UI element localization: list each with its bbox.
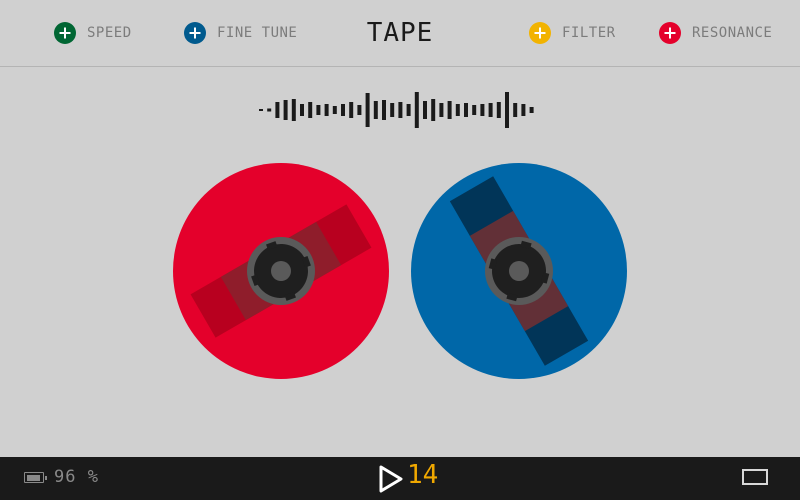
waveform-bar: [464, 103, 468, 117]
plus-icon[interactable]: [659, 22, 681, 44]
waveform-bar: [349, 102, 354, 118]
waveform-bar: [373, 101, 378, 119]
waveform-bar: [341, 104, 345, 116]
waveform-bar: [406, 104, 411, 116]
battery-level: 96 %: [54, 467, 99, 487]
page-title: TAPE: [366, 18, 434, 48]
waveform-bar: [324, 104, 329, 116]
waveform-bar: [513, 103, 518, 117]
left-hub-center: [271, 261, 291, 281]
waveform-bar: [496, 102, 501, 118]
filter-param[interactable]: FILTER: [529, 22, 616, 44]
waveform-bar: [382, 100, 386, 120]
speed-param[interactable]: SPEED: [54, 22, 132, 44]
waveform-bar: [332, 106, 337, 114]
waveform-bar: [431, 99, 436, 121]
fine-tune-param[interactable]: FINE TUNE: [184, 22, 297, 44]
status-bar: 96 % 14: [0, 457, 800, 500]
waveform-bar: [472, 105, 477, 115]
battery-icon: [24, 472, 47, 483]
waveform-bar: [308, 102, 313, 118]
waveform-bar: [291, 99, 296, 121]
right-reel[interactable]: [411, 163, 627, 379]
plus-icon[interactable]: [529, 22, 551, 44]
step-count: 14: [407, 460, 439, 490]
plus-icon[interactable]: [54, 22, 76, 44]
waveform-bar: [283, 100, 288, 120]
waveform-bar: [447, 101, 452, 119]
waveform-bar: [414, 92, 419, 128]
waveform-display: [259, 92, 534, 128]
waveform-bar: [300, 104, 304, 116]
waveform-bar: [521, 104, 526, 116]
tape-screen: SPEED FINE TUNE TAPE FILTER RESONANCE 96…: [0, 0, 800, 500]
waveform-bar: [267, 108, 272, 112]
waveform-bar: [455, 104, 460, 116]
waveform-bar: [365, 93, 370, 127]
header-bar: SPEED FINE TUNE TAPE FILTER RESONANCE: [0, 0, 800, 67]
fine-tune-label: FINE TUNE: [217, 25, 298, 41]
tape-reels: [173, 163, 627, 379]
waveform-bar: [488, 103, 493, 117]
waveform-bar: [423, 101, 427, 119]
window-icon[interactable]: [742, 469, 768, 485]
waveform-bar: [480, 104, 485, 116]
waveform-bar: [439, 103, 444, 117]
waveform-bar: [316, 105, 321, 115]
left-reel[interactable]: [173, 163, 389, 379]
resonance-param[interactable]: RESONANCE: [659, 22, 772, 44]
waveform-bar: [390, 103, 395, 117]
waveform-bar: [275, 102, 280, 118]
resonance-label: RESONANCE: [692, 25, 773, 41]
waveform-bar: [398, 102, 403, 118]
waveform-bar: [357, 105, 362, 115]
plus-icon[interactable]: [184, 22, 206, 44]
right-hub-center: [509, 261, 529, 281]
filter-label: FILTER: [562, 25, 616, 41]
speed-label: SPEED: [87, 25, 132, 41]
waveform-bar: [505, 92, 509, 128]
waveform-bar: [529, 107, 534, 113]
play-icon[interactable]: [377, 463, 405, 495]
waveform-bar: [259, 109, 263, 111]
